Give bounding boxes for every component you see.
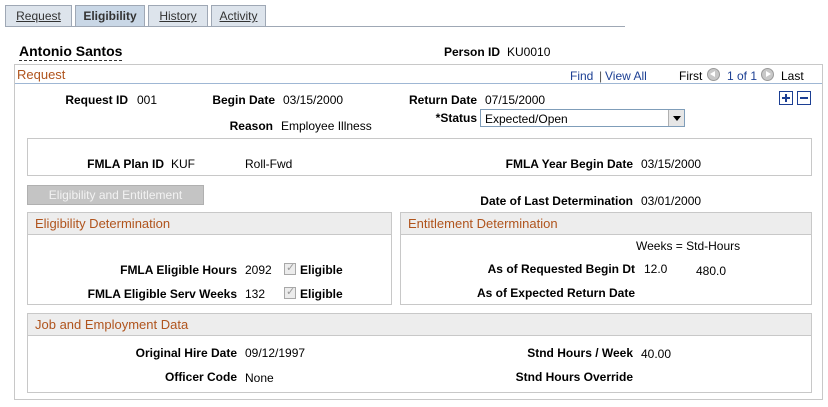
fmla-year-begin-value: 03/15/2000 (641, 157, 702, 171)
employee-name: Antonio Santos (19, 43, 123, 61)
fmla-plan-id-label: FMLA Plan ID (87, 157, 164, 171)
checkmark-icon: ✓ (286, 286, 296, 298)
begin-date-value: 03/15/2000 (283, 93, 344, 107)
eligible-hours-label: FMLA Eligible Hours (120, 263, 237, 277)
tab-request[interactable]: Request (5, 5, 72, 26)
last-determination-label: Date of Last Determination (480, 194, 633, 208)
request-id-label: Request ID (65, 93, 128, 107)
requested-begin-weeks: 12.0 (644, 262, 668, 276)
tab-activity[interactable]: Activity (211, 5, 266, 26)
eligible-hours-checkbox-label: Eligible (300, 263, 343, 277)
minus-icon (800, 97, 808, 99)
previous-row-button[interactable] (707, 68, 720, 81)
return-date-label: Return Date (408, 93, 477, 107)
find-link[interactable]: Find (570, 69, 593, 83)
plus-icon-vertical (785, 94, 787, 102)
add-row-button[interactable] (779, 91, 793, 105)
officer-code-value: None (245, 371, 274, 385)
eligible-weeks-checkbox[interactable]: ✓ (284, 286, 296, 299)
last-determination-value: 03/01/2000 (641, 194, 702, 208)
chevron-down-icon (673, 116, 681, 121)
checkmark-icon: ✓ (286, 262, 296, 274)
person-id-label: Person ID (443, 45, 500, 59)
std-hours-override-label: Stnd Hours Override (515, 370, 633, 384)
tab-eligibility[interactable]: Eligibility (75, 5, 145, 27)
hire-date-value: 09/12/1997 (245, 346, 306, 360)
eligible-weeks-checkbox-label: Eligible (300, 287, 343, 301)
std-hours-value: 40.00 (641, 347, 672, 361)
job-employment-title: Job and Employment Data (28, 314, 811, 336)
requested-begin-label: As of Requested Begin Dt (487, 262, 635, 276)
view-all-link[interactable]: View All (605, 69, 647, 83)
return-date-value: 07/15/2000 (485, 93, 546, 107)
eligible-hours-checkbox[interactable]: ✓ (284, 262, 296, 275)
fmla-year-begin-label: FMLA Year Begin Date (505, 157, 633, 171)
person-id-value: KU0010 (507, 45, 551, 59)
std-hours-label: Stnd Hours / Week (527, 346, 633, 360)
status-label: *Status (435, 111, 477, 125)
request-section-title: Request (17, 67, 66, 82)
first-label: First (679, 69, 703, 83)
request-title-divider (15, 83, 822, 84)
requested-begin-hours: 480.0 (696, 264, 727, 278)
request-id-value: 001 (137, 93, 158, 107)
last-label: Last (781, 69, 804, 83)
row-range: 1 of 1 (727, 69, 758, 83)
arrow-left-icon (710, 71, 715, 77)
arrow-right-icon (766, 71, 771, 77)
eligibility-entitlement-button[interactable]: Eligibility and Entitlement (27, 185, 204, 205)
hire-date-label: Original Hire Date (135, 346, 237, 360)
eligible-weeks-label: FMLA Eligible Serv Weeks (87, 287, 237, 301)
eligibility-determination-title: Eligibility Determination (28, 213, 391, 235)
expected-return-label: As of Expected Return Date (476, 286, 635, 300)
officer-code-label: Officer Code (164, 370, 237, 384)
fmla-plan-description: Roll-Fwd (245, 157, 293, 171)
begin-date-label: Begin Date (212, 93, 275, 107)
next-row-button[interactable] (761, 68, 774, 81)
delete-row-button[interactable] (797, 91, 811, 105)
find-separator: | (599, 69, 603, 83)
eligible-weeks-value: 132 (245, 287, 266, 301)
tab-history[interactable]: History (148, 5, 208, 26)
reason-label: Reason (229, 119, 273, 133)
reason-value: Employee Illness (281, 119, 372, 133)
tab-underline (5, 26, 625, 27)
status-select[interactable]: Expected/Open (480, 109, 685, 127)
entitlement-column-header: Weeks = Std-Hours (636, 239, 741, 253)
fmla-plan-id-value: KUF (171, 157, 195, 171)
status-dropdown-button (668, 110, 684, 126)
status-selected-value: Expected/Open (485, 112, 568, 126)
entitlement-determination-title: Entitlement Determination (401, 213, 811, 235)
eligible-hours-value: 2092 (245, 263, 272, 277)
